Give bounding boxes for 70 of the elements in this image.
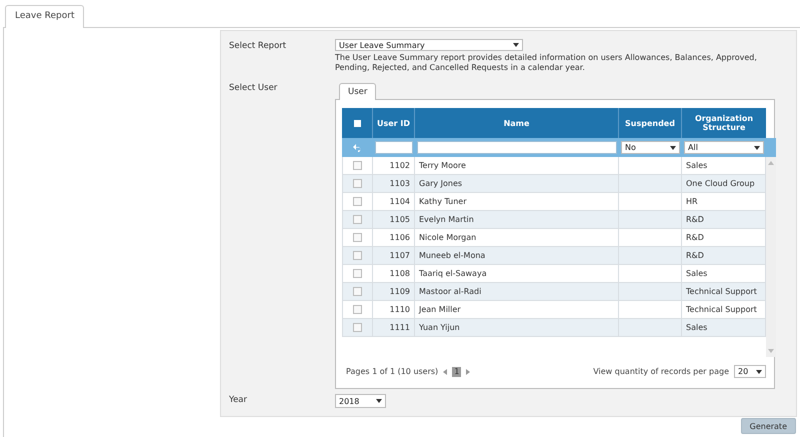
table-cell: One Cloud Group: [686, 179, 755, 188]
caret-icon: [756, 370, 762, 374]
table-cell: Gary Jones: [419, 179, 462, 188]
row-checkbox[interactable]: [353, 251, 362, 260]
field-label: Year: [229, 394, 248, 405]
field-label: Select Report: [229, 40, 288, 51]
undo-icon[interactable]: [352, 144, 362, 152]
table-cell: Sales: [686, 323, 708, 332]
table-cell: 1106: [390, 233, 410, 242]
row-checkbox[interactable]: [353, 269, 362, 278]
table-cell: Evelyn Martin: [419, 215, 474, 224]
table-cell: R&D: [686, 233, 704, 242]
user-tab[interactable]: User: [339, 83, 376, 100]
table-cell: Sales: [686, 269, 708, 278]
table-cell: Sales: [686, 161, 708, 170]
table-cell: Technical Support: [686, 287, 757, 296]
table-cell: 1103: [390, 179, 410, 188]
row-checkbox[interactable]: [353, 305, 362, 314]
table-cell: Nicole Morgan: [419, 233, 476, 242]
table-cell: Yuan Yijun: [419, 323, 460, 332]
user-id-filter[interactable]: [375, 141, 413, 154]
next-page-icon[interactable]: [466, 368, 470, 374]
table-cell: 1104: [390, 197, 410, 206]
table-cell: R&D: [686, 215, 704, 224]
page-button[interactable]: 1: [452, 366, 462, 376]
table-cell: 1107: [390, 251, 410, 260]
row-checkbox[interactable]: [353, 287, 362, 296]
caret-icon: [376, 399, 382, 403]
scroll-down-icon[interactable]: [768, 349, 774, 353]
table-cell: Technical Support: [686, 305, 757, 314]
pager-summary: Pages 1 of 1 (10 users): [346, 367, 438, 376]
caret-icon: [754, 146, 760, 150]
table-cell: Jean Miller: [419, 305, 461, 314]
records-per-page-label: View quantity of records per page: [593, 367, 729, 376]
field-label: Select User: [229, 82, 278, 93]
year-dropdown[interactable]: 2018: [335, 394, 386, 408]
table-cell: 1111: [390, 323, 410, 332]
table-cell: Muneeb el-Mona: [419, 251, 486, 260]
table-cell: 1110: [390, 305, 410, 314]
table-cell: 1109: [390, 287, 410, 296]
row-checkbox[interactable]: [353, 323, 362, 332]
organization-filter[interactable]: All: [684, 141, 764, 154]
table-cell: Mastoor al-Radi: [419, 287, 482, 296]
row-checkbox[interactable]: [353, 197, 362, 206]
caret-icon: [513, 43, 519, 47]
table-cell: R&D: [686, 251, 704, 260]
table-cell: Taariq el-Sawaya: [419, 269, 487, 278]
scroll-up-icon[interactable]: [768, 161, 774, 165]
caret-icon: [670, 146, 676, 150]
table-cell: Kathy Tuner: [419, 197, 467, 206]
table-cell: 1102: [390, 161, 410, 170]
records-per-page-dropdown[interactable]: 20: [734, 365, 766, 378]
column-header[interactable]: Name: [504, 118, 530, 128]
table-cell: 1108: [390, 269, 410, 278]
table-cell: Terry Moore: [419, 161, 466, 170]
report-description: The User Leave Summary report provides detailed information on users Allowances, Balances, Approved, Pending, Rejected, and Cancelled Requests in a calendar year.: [335, 53, 758, 73]
table-cell: HR: [686, 197, 698, 206]
generate-button[interactable]: Generate: [740, 418, 796, 434]
name-filter[interactable]: [417, 141, 617, 154]
select-all-checkbox[interactable]: [354, 120, 360, 126]
row-checkbox[interactable]: [353, 179, 362, 188]
table-cell: 1105: [390, 215, 410, 224]
row-checkbox[interactable]: [353, 215, 362, 224]
report-tab[interactable]: Leave Report: [5, 5, 84, 28]
row-checkbox[interactable]: [353, 161, 362, 170]
suspended-filter[interactable]: No: [621, 141, 680, 154]
scrollbar[interactable]: [766, 157, 776, 357]
report-dropdown[interactable]: User Leave Summary: [335, 39, 523, 51]
row-checkbox[interactable]: [353, 233, 362, 242]
previous-page-icon[interactable]: [443, 368, 448, 374]
